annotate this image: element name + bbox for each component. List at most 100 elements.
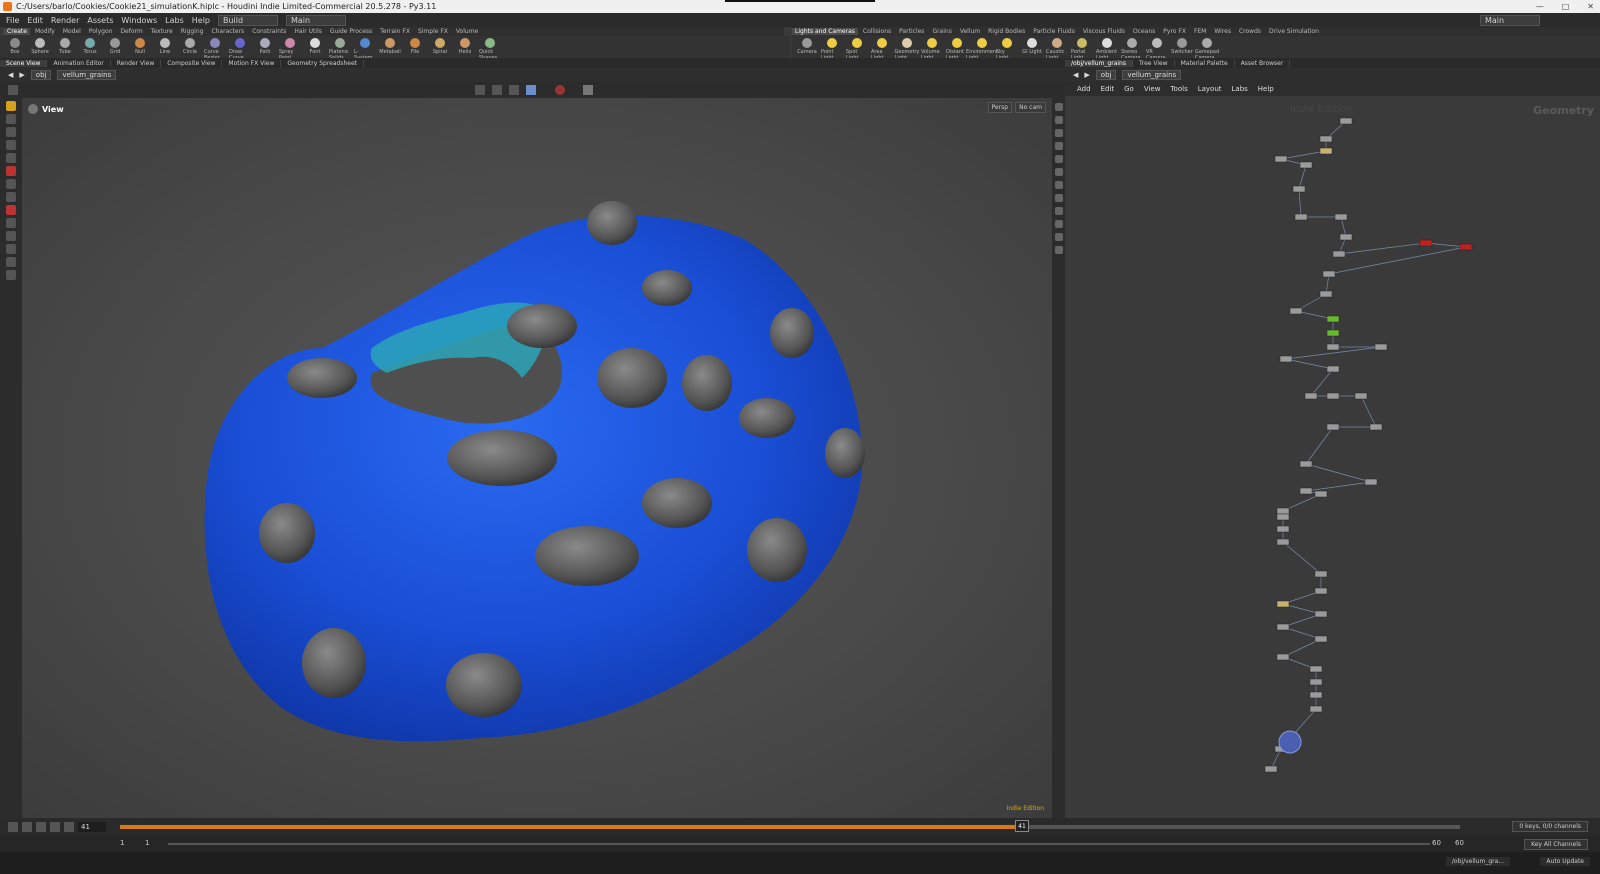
network-node[interactable] [1276,507,1290,515]
menu-assets[interactable]: Assets [87,16,113,25]
shelf-tab[interactable]: Constraints [249,28,289,35]
maximize-icon[interactable]: □ [1562,0,1570,13]
network-node[interactable] [1276,623,1290,631]
menu-render[interactable]: Render [51,16,79,25]
network-node[interactable] [1314,610,1328,618]
shelf-tool[interactable]: Helix [454,36,476,55]
minimize-icon[interactable]: — [1536,0,1544,13]
shelf-tab[interactable]: Rigging [178,28,207,35]
shelf-tab[interactable]: Hair Utils [291,28,324,35]
network-node[interactable] [1289,307,1303,315]
shelf-tool[interactable]: File [404,36,426,55]
timeline-track[interactable]: 41 [120,820,1460,834]
display-option-icon[interactable] [1054,220,1063,228]
context-select[interactable]: Main [286,14,346,26]
shelf-tab[interactable]: Terrain FX [377,28,413,35]
shelf-tab[interactable]: Volume [453,28,481,35]
network-node[interactable] [1326,365,1340,373]
display-option-icon[interactable] [1054,103,1063,111]
pane-tab[interactable]: Render View [111,59,162,67]
camera-icon[interactable] [583,85,593,95]
menu-windows[interactable]: Windows [121,16,157,25]
shelf-tool[interactable]: Font [304,36,326,55]
scale-tool-icon[interactable] [6,140,16,150]
shelf-tool[interactable]: GI Light [1021,36,1043,55]
network-node[interactable] [1319,290,1333,298]
pane-tab[interactable]: Asset Browser [1235,59,1291,67]
grid-menu-icon[interactable] [8,85,18,95]
shelf-tool[interactable]: Sphere [29,36,51,55]
scene-viewport[interactable]: View Persp No cam Indie Edition [22,98,1052,818]
network-node[interactable] [1314,490,1328,498]
step-back-icon[interactable] [22,822,32,832]
shelf-tab[interactable]: Pyro FX [1160,28,1189,35]
network-node[interactable] [1276,513,1290,521]
shelf-tool[interactable]: Torus [79,36,101,55]
snap-tool-icon[interactable] [6,244,16,254]
range-end-2[interactable]: 60 [1455,839,1464,847]
shelf-tab[interactable]: FEM [1191,28,1209,35]
back-icon[interactable]: ◀ [1073,71,1078,79]
network-node[interactable] [1326,343,1340,351]
lasso-tool-icon[interactable] [6,231,16,241]
shelf-tool[interactable]: Null [129,36,151,55]
key-all-channels-button[interactable]: Key All Channels [1524,839,1588,850]
shelf-tab[interactable]: Collisions [860,28,894,35]
jump-end-icon[interactable] [64,822,74,832]
forward-icon[interactable]: ▶ [19,71,24,79]
shelf-tab[interactable]: Grains [929,28,954,35]
network-node[interactable] [1276,653,1290,661]
display-option-icon[interactable] [1054,207,1063,215]
pose-tool-icon[interactable] [6,166,16,176]
shelf-tab[interactable]: Particles [896,28,927,35]
network-node[interactable] [1309,678,1323,686]
network-node[interactable] [1276,525,1290,533]
network-node[interactable] [1264,765,1278,773]
shelf-tool[interactable]: Circle [179,36,201,55]
snap-icon[interactable] [509,85,519,95]
network-node[interactable] [1332,250,1346,258]
range-start-2[interactable]: 1 [145,839,149,847]
shelf-tab[interactable]: Drive Simulation [1266,28,1322,35]
magnet-icon[interactable] [6,192,16,202]
network-menu-item[interactable]: View [1144,85,1161,93]
network-node[interactable] [1314,570,1328,578]
network-node[interactable] [1326,392,1340,400]
shelf-tool[interactable]: Switcher [1171,36,1193,55]
display-option-icon[interactable] [1054,155,1063,163]
network-node[interactable] [1334,213,1348,221]
measure-tool-icon[interactable] [6,257,16,267]
display-option-icon[interactable] [1054,129,1063,137]
network-node[interactable] [1374,343,1388,351]
shelf-tool[interactable]: Tube [54,36,76,55]
network-node[interactable] [1459,243,1473,251]
network-node[interactable] [1299,161,1313,169]
shelf-tab[interactable]: Viscous Fluids [1080,28,1128,35]
network-menu-item[interactable]: Labs [1232,85,1248,93]
network-node[interactable] [1299,460,1313,468]
network-node[interactable] [1339,117,1353,125]
shelf-tab[interactable]: Create [4,28,30,35]
network-node[interactable] [1326,329,1340,337]
pane-tab[interactable]: Animation Editor [47,59,111,67]
network-node[interactable] [1354,392,1368,400]
shelf-tool[interactable]: Spiral [429,36,451,55]
shelf-tab[interactable]: Model [60,28,84,35]
status-path[interactable]: /obj/vellum_gra... [1445,857,1510,866]
range-slider[interactable] [168,843,1430,845]
shelf-tab[interactable]: Vellum [957,28,983,35]
path-node[interactable]: vellum_grains [1122,70,1182,80]
stop-icon[interactable] [36,822,46,832]
menu-labs[interactable]: Labs [165,16,184,25]
shelf-tab[interactable]: Rigid Bodies [985,28,1028,35]
display-option-icon[interactable] [1054,181,1063,189]
brush-tool-icon[interactable] [6,218,16,228]
range-end[interactable]: 60 [1432,839,1441,847]
network-node[interactable] [1299,487,1313,495]
display-option-icon[interactable] [1054,233,1063,241]
network-node[interactable] [1276,538,1290,546]
shelf-tab[interactable]: Oceans [1130,28,1158,35]
network-node[interactable] [1326,315,1340,323]
network-node[interactable] [1309,705,1323,713]
pane-tab[interactable]: Motion FX View [222,59,282,67]
